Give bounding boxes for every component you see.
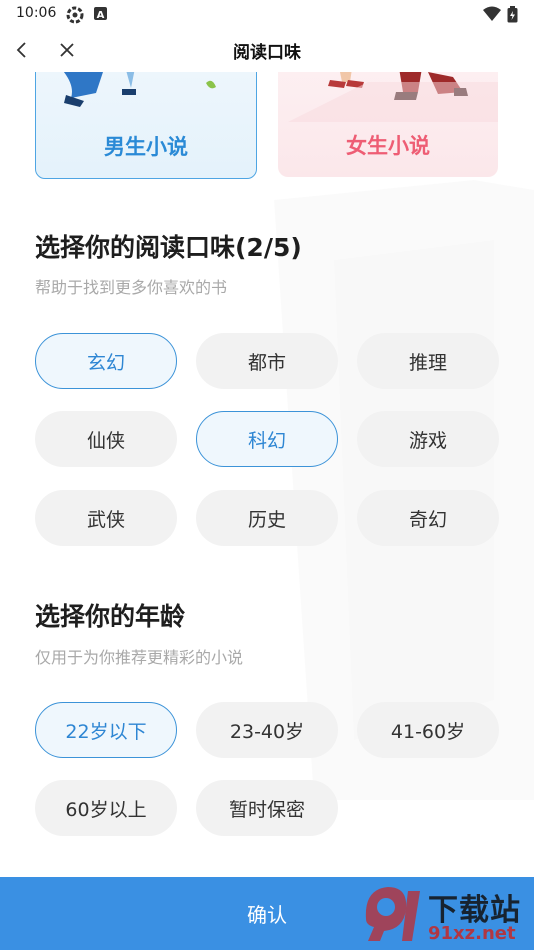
taste-chip-wuxia[interactable]: 武侠 bbox=[35, 490, 177, 546]
male-illustration bbox=[63, 72, 216, 107]
taste-chip-xuanhuan[interactable]: 玄幻 bbox=[35, 333, 177, 389]
taste-chip-youxi[interactable]: 游戏 bbox=[357, 411, 499, 467]
svg-text:A: A bbox=[97, 10, 105, 21]
settings-gear-icon bbox=[66, 6, 84, 24]
female-novel-card[interactable]: 女生小说 bbox=[278, 72, 498, 177]
taste-chip-kehuan[interactable]: 科幻 bbox=[196, 411, 338, 467]
status-bar: 10:06 A bbox=[0, 0, 534, 28]
top-nav-bar: 阅读口味 bbox=[0, 28, 534, 72]
status-time: 10:06 bbox=[16, 5, 57, 21]
taste-chip-qihuan[interactable]: 奇幻 bbox=[357, 490, 499, 546]
accessibility-a-icon: A bbox=[94, 7, 107, 21]
male-novel-card[interactable]: 男生小说 bbox=[35, 72, 257, 179]
female-illustration bbox=[288, 72, 498, 122]
male-novel-label: 男生小说 bbox=[104, 135, 188, 159]
taste-section-title: 选择你的阅读口味(2/5) bbox=[35, 233, 302, 262]
watermark-logo-icon bbox=[365, 887, 420, 941]
age-chip-secret[interactable]: 暂时保密 bbox=[196, 780, 338, 836]
confirm-label: 确认 bbox=[247, 903, 287, 927]
age-section-subtitle: 仅用于为你推荐更精彩的小说 bbox=[35, 648, 244, 667]
taste-section-subtitle: 帮助于找到更多你喜欢的书 bbox=[35, 278, 228, 297]
taste-chip-tuili[interactable]: 推理 bbox=[357, 333, 499, 389]
page-title: 阅读口味 bbox=[233, 43, 301, 63]
age-chip-under-22[interactable]: 22岁以下 bbox=[35, 702, 177, 758]
female-novel-label: 女生小说 bbox=[346, 134, 430, 158]
wifi-icon bbox=[483, 6, 501, 21]
watermark: 下载站 91xz.net bbox=[358, 879, 528, 949]
taste-chip-lishi[interactable]: 历史 bbox=[196, 490, 338, 546]
gender-cards-area: 男生小说 女生小说 bbox=[0, 72, 534, 192]
watermark-url: 91xz.net bbox=[428, 923, 516, 944]
battery-icon bbox=[507, 6, 518, 23]
taste-chip-dushi[interactable]: 都市 bbox=[196, 333, 338, 389]
age-chip-over-60[interactable]: 60岁以上 bbox=[35, 780, 177, 836]
age-section-title: 选择你的年龄 bbox=[35, 602, 186, 631]
age-chip-23-40[interactable]: 23-40岁 bbox=[196, 702, 338, 758]
taste-chip-xianxia[interactable]: 仙侠 bbox=[35, 411, 177, 467]
age-chip-41-60[interactable]: 41-60岁 bbox=[357, 702, 499, 758]
